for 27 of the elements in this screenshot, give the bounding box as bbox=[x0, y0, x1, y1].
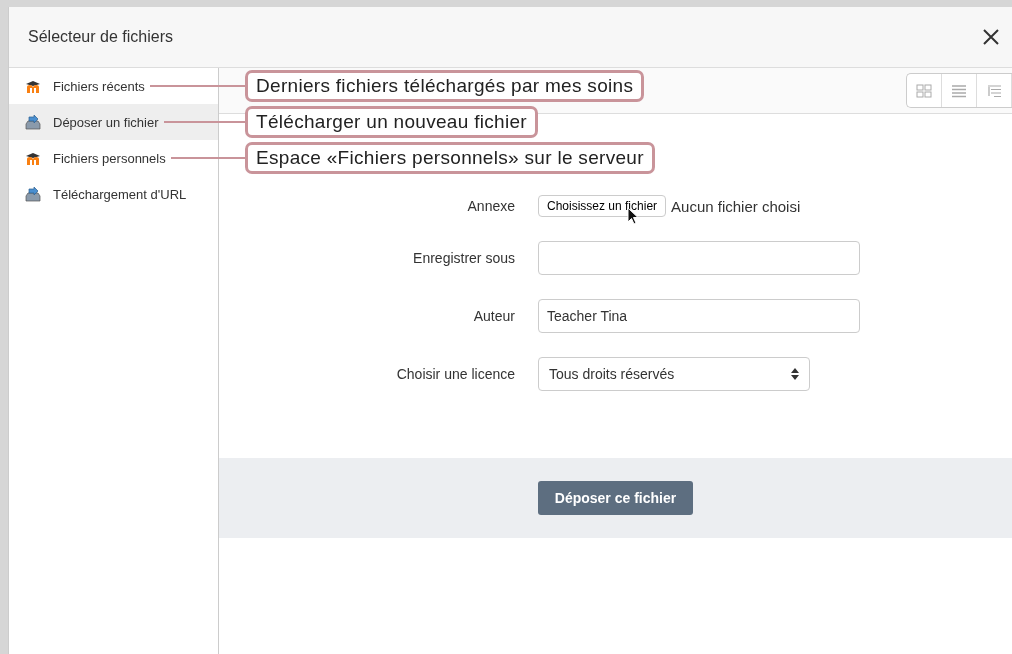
close-icon[interactable] bbox=[982, 28, 1000, 46]
text-field[interactable]: Teacher Tina bbox=[538, 299, 860, 333]
text-field[interactable] bbox=[538, 241, 860, 275]
field-label: Enregistrer sous bbox=[412, 250, 515, 266]
graduation-cap-icon bbox=[25, 150, 41, 166]
upload-tray-icon bbox=[25, 114, 41, 130]
list-view-icon bbox=[951, 83, 967, 98]
field-label: Choisir une licence bbox=[395, 366, 515, 382]
field-label: Auteur bbox=[472, 308, 515, 324]
updown-arrows-icon bbox=[791, 368, 799, 380]
callout-label: Espace «Fichiers personnels» sur le serveur bbox=[245, 142, 655, 174]
graduation-cap-icon bbox=[25, 78, 41, 94]
file-status: Aucun fichier choisi bbox=[671, 197, 801, 215]
sidebar-item[interactable]: Fichiers récents bbox=[9, 68, 218, 104]
upload-tray-icon bbox=[25, 186, 41, 202]
tree-view-icon bbox=[986, 83, 1002, 98]
callout-label: Télécharger un nouveau fichier bbox=[245, 106, 538, 138]
sidebar-item[interactable]: Téléchargement d'URL bbox=[9, 176, 218, 212]
grid-view-icon bbox=[916, 83, 932, 98]
field-label: Annexe bbox=[466, 198, 515, 214]
sidebar-item[interactable]: Fichiers personnels bbox=[9, 140, 218, 176]
upload-file-button[interactable]: Déposer ce fichier bbox=[537, 481, 694, 515]
callout-label: Derniers fichiers téléchargés par mes soins bbox=[245, 70, 645, 102]
sidebar-item[interactable]: Déposer un fichier bbox=[9, 104, 218, 140]
license-dropdown[interactable]: Tous droits réservés bbox=[538, 357, 810, 391]
choose-file-button[interactable]: Choisissez un fichier bbox=[538, 195, 667, 217]
dialog-title: Sélecteur de fichiers bbox=[28, 28, 173, 46]
